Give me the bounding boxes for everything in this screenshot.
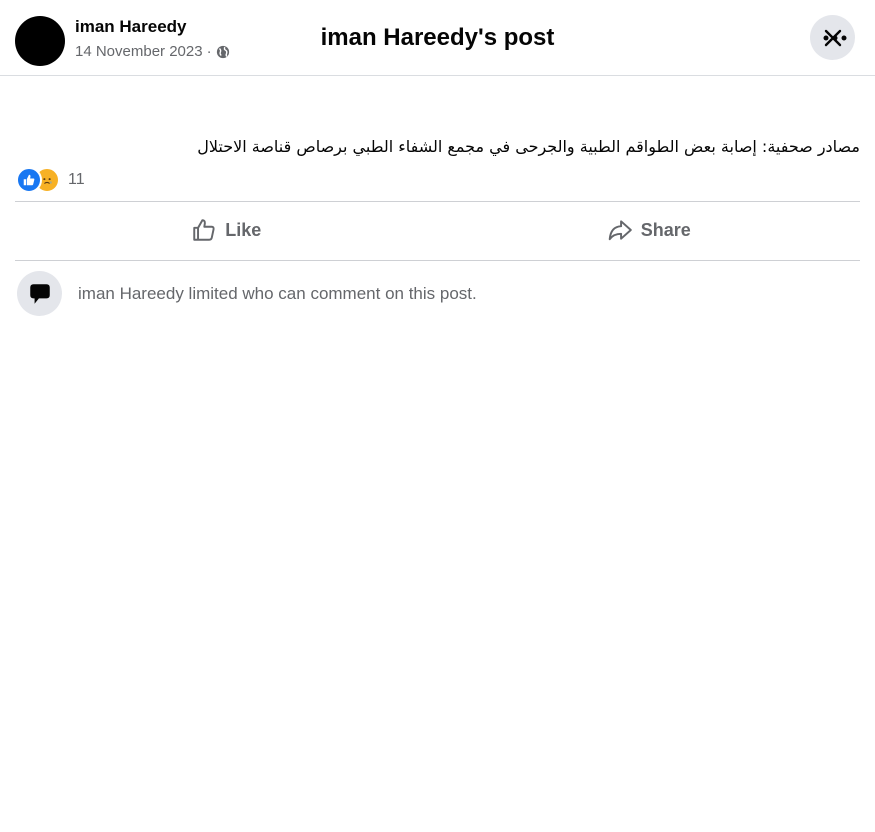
- post-meta: 14 November 2023 ·: [75, 43, 230, 60]
- more-options-icon: [823, 35, 847, 41]
- like-reaction-icon: [16, 167, 42, 193]
- post-text: مصادر صحفية: إصابة بعض الطواقم الطبية وا…: [197, 137, 860, 156]
- share-icon: [608, 220, 632, 241]
- dialog-title: iman Hareedy's post: [320, 23, 555, 51]
- like-button[interactable]: Like: [15, 202, 438, 258]
- post-dialog: iman Hareedy's post iman Hareedy 14 Nove…: [0, 0, 875, 832]
- avatar[interactable]: [15, 16, 65, 66]
- comment-limit-text: iman Hareedy limited who can comment on …: [78, 283, 477, 303]
- share-label: Share: [640, 219, 691, 240]
- share-button[interactable]: Share: [438, 202, 861, 258]
- reactions-summary[interactable]: 11: [16, 167, 85, 193]
- like-label: Like: [225, 219, 262, 240]
- reaction-count: 11: [68, 171, 85, 188]
- thumbs-up-icon: [193, 219, 215, 241]
- author-name[interactable]: iman Hareedy: [75, 17, 187, 37]
- comment-bubble-icon: [29, 283, 50, 304]
- comment-limit-notice: iman Hareedy limited who can comment on …: [17, 271, 477, 316]
- meta-separator: ·: [206, 43, 212, 60]
- post-actions: Like Share: [15, 202, 860, 258]
- dialog-header: iman Hareedy's post: [0, 0, 875, 76]
- comment-icon-wrapper: [17, 271, 62, 316]
- more-options-button[interactable]: [817, 26, 853, 50]
- post-date[interactable]: 14 November 2023: [75, 43, 203, 60]
- divider: [15, 260, 860, 261]
- globe-icon[interactable]: [216, 45, 230, 59]
